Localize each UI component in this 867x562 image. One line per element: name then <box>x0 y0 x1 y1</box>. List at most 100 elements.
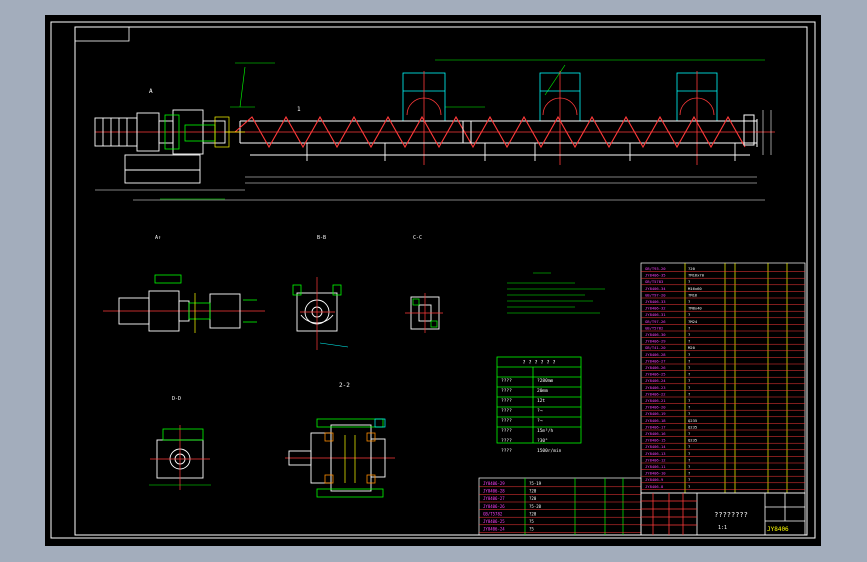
part-name: ? <box>688 352 690 357</box>
part-name: ? <box>688 464 690 469</box>
part-name: ?5 <box>529 527 534 532</box>
spec-value: 1500r/min <box>537 448 562 454</box>
part-code: JY8406-13 <box>645 451 666 456</box>
part-code: JY8406-16 <box>645 431 666 436</box>
part-name: ?20 <box>529 489 537 494</box>
part-name: ? <box>688 431 690 436</box>
drawing-viewport[interactable]: A 1 A↑ B-B C-C D-D 2-2 ? ? ? ? ? ? ???? … <box>45 15 821 546</box>
view-cc-drawing <box>405 293 443 333</box>
part-code: JY8406-25 <box>483 519 505 524</box>
part-code: JY8406-34 <box>645 286 666 291</box>
cad-drawing: A 1 A↑ B-B C-C D-D 2-2 ? ? ? ? ? ? ???? … <box>50 21 816 539</box>
part-name: ? <box>688 405 690 410</box>
spec-label: ???? <box>501 418 512 424</box>
part-name: ? <box>688 365 690 370</box>
part-name: ? <box>688 391 690 396</box>
section-22-label: 2-2 <box>339 382 350 389</box>
spec-value: 15m³/h <box>537 428 554 434</box>
spec-label: ???? <box>501 388 512 394</box>
part-name: ? <box>688 279 690 284</box>
part-code: JY8406-25 <box>645 372 666 377</box>
view-cc-label: C-C <box>413 235 422 241</box>
section-22-drawing <box>285 418 395 498</box>
part-code: JY8406-9 <box>645 477 664 482</box>
part-code: JY8406-31 <box>645 312 666 317</box>
part-name: ? <box>688 358 690 363</box>
view-bb-drawing <box>292 277 349 350</box>
drawing-code: JY8406 <box>767 526 789 533</box>
part-name: ?20 <box>688 266 696 271</box>
part-code: JY8406-26 <box>483 504 505 509</box>
part-code: JY8406-23 <box>645 385 666 390</box>
main-assembly-view <box>94 59 775 201</box>
part-code: GB/T93-20 <box>645 266 666 271</box>
part-name: Q235 <box>688 418 697 423</box>
part-name: ?5-19 <box>529 481 542 486</box>
part-code: JY8406-29 <box>483 481 505 486</box>
part-code: JY8406-18 <box>645 418 666 423</box>
part-code: JY8406-21 <box>645 398 666 403</box>
scale-label: 1:1 <box>718 525 727 531</box>
part-name: ?20 <box>529 511 537 516</box>
part-code: GB/T97-26 <box>645 319 666 324</box>
part-name: ? <box>688 398 690 403</box>
part-name: ? <box>688 312 690 317</box>
spec-value: ?30° <box>537 438 548 444</box>
corner-label-box <box>74 26 130 42</box>
part-name: ?5-20 <box>529 504 542 509</box>
view-dd-label: D-D <box>172 396 181 402</box>
part-code: JY8406-19 <box>645 411 666 416</box>
parts-list-right-frame <box>640 262 806 494</box>
drive-unit <box>94 109 226 184</box>
section-1-label: 1 <box>297 106 301 113</box>
part-code: JY8406-35 <box>645 273 666 278</box>
part-name: ?M24 <box>688 319 698 324</box>
spec-label: ???? <box>501 378 512 384</box>
part-name: ?M8x40 <box>688 306 702 311</box>
part-name: ? <box>688 372 690 377</box>
part-code: JY8406-27 <box>645 358 666 363</box>
part-code: JY8406-24 <box>645 378 666 383</box>
spec-value: ?¬ <box>537 418 543 424</box>
part-name: M20 <box>688 345 696 350</box>
part-code: JY8406-26 <box>645 365 666 370</box>
part-name: ? <box>688 332 690 337</box>
spec-label: ???? <box>501 398 512 404</box>
title-block-title: ???????? <box>714 511 748 519</box>
part-code: JY8406-32 <box>645 306 666 311</box>
part-name: ?20 <box>529 496 537 501</box>
view-a-label: A <box>149 88 153 95</box>
spec-value: ?¬ <box>537 408 543 414</box>
part-name: ? <box>688 411 690 416</box>
view-bb-label: B-B <box>317 235 326 241</box>
part-name: ?M16 <box>688 292 698 297</box>
part-code: JY8406-20 <box>645 405 666 410</box>
spec-table-title: ? ? ? ? ? ? <box>522 360 555 366</box>
spec-label: ???? <box>501 408 512 414</box>
part-code: JY8406-12 <box>645 457 666 462</box>
part-code: JY8406-29 <box>645 339 666 344</box>
part-code: GB/T5782 <box>483 511 503 516</box>
part-code: JY8406-8 <box>645 484 664 489</box>
part-name: ? <box>688 325 690 330</box>
part-name: ? <box>688 299 690 304</box>
spec-value: 12t <box>537 398 545 404</box>
part-name: M16x60 <box>688 286 702 291</box>
part-code: JY8406-28 <box>645 352 666 357</box>
part-code: GB/T41-20 <box>645 345 666 350</box>
part-code: JY8406-28 <box>483 489 505 494</box>
part-code: JY8406-15 <box>645 438 666 443</box>
screw-trough <box>239 119 758 156</box>
sheet-outer-frame <box>50 21 816 539</box>
view-a-arrow-label: A↑ <box>155 235 161 241</box>
part-code: JY8406-33 <box>645 299 666 304</box>
spec-label: ???? <box>501 448 512 454</box>
part-name: ? <box>688 484 690 489</box>
part-code: JY8406-11 <box>645 464 666 469</box>
view-a-drawing <box>103 274 265 333</box>
part-name: ? <box>688 378 690 383</box>
part-code: GB/T5783 <box>645 279 663 284</box>
parts-list-right-rows: GB/T93-20 ?20 JY8406-35 ?M16x70 GB/T5783 ? JY8… <box>641 266 805 490</box>
part-code: JY8406-17 <box>645 424 666 429</box>
part-code: JY8406-27 <box>483 496 505 501</box>
